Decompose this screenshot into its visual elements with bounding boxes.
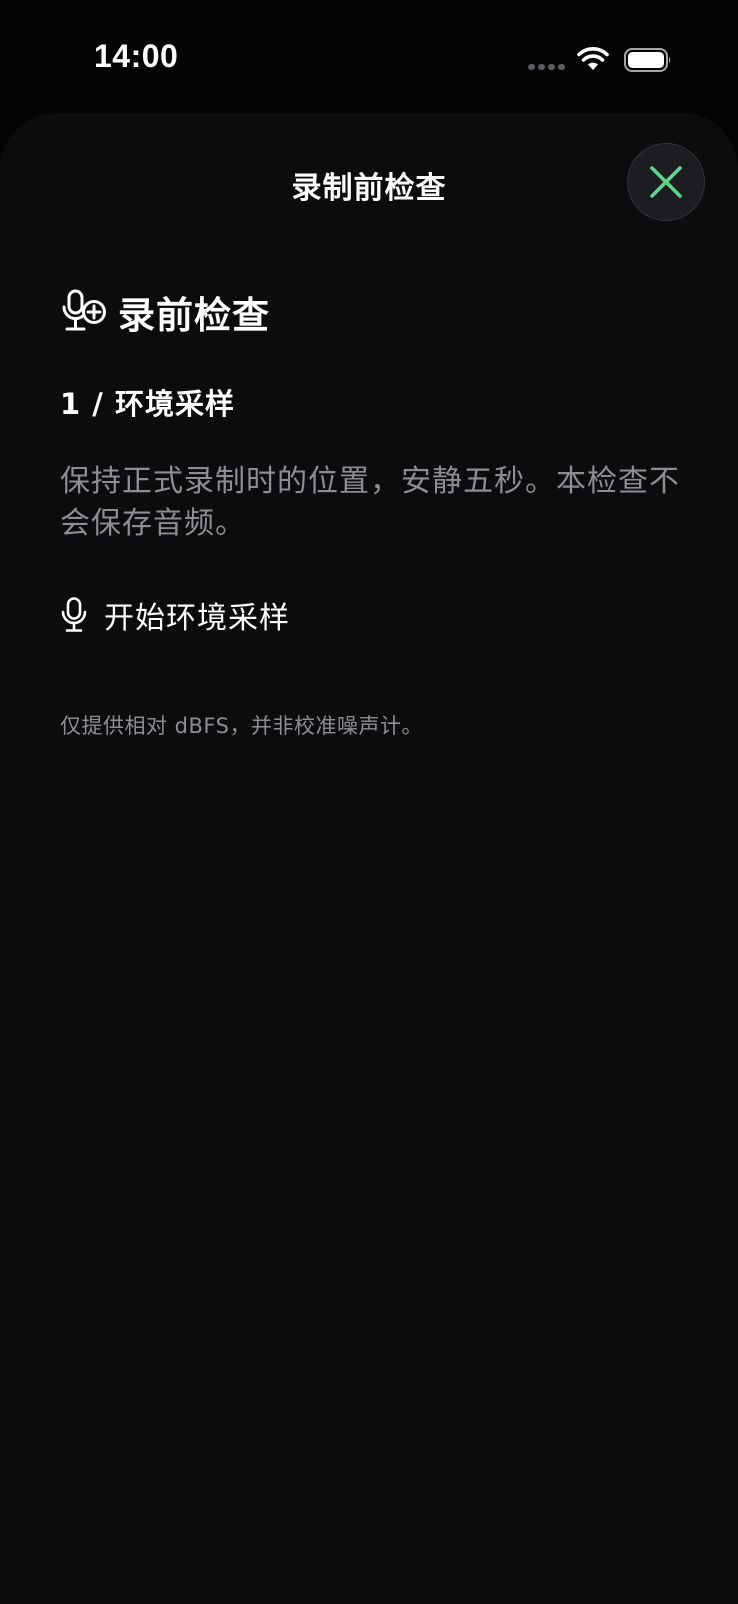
- microphone-icon: [61, 597, 87, 632]
- step-description: 保持正式录制时的位置，安静五秒。本检查不会保存音频。: [60, 464, 680, 541]
- close-x-icon: [650, 166, 682, 198]
- close-button[interactable]: [627, 143, 705, 221]
- battery-icon: [624, 48, 671, 72]
- footnote: 仅提供相对 dBFS，并非校准噪声计。: [60, 714, 423, 738]
- screen: 14:00 录制前检查 录前检查 1 / 环境采样 保持正式录制时的位置，安静五…: [0, 0, 738, 1604]
- bottom-sheet: 录制前检查 录前检查 1 / 环境采样 保持正式录制时的位置，安静五秒。本检查不…: [0, 113, 738, 1604]
- wifi-icon: [577, 47, 609, 70]
- step-label: 1 / 环境采样: [60, 387, 235, 421]
- status-time: 14:00: [94, 38, 179, 74]
- cellular-signal-icon: [528, 64, 565, 70]
- status-bar: 14:00: [0, 0, 738, 110]
- mic-plus-icon: [62, 289, 106, 331]
- start-ambient-sampling-button[interactable]: 开始环境采样: [60, 593, 290, 637]
- section-heading: 录前检查: [62, 285, 270, 339]
- start-button-label: 开始环境采样: [104, 601, 290, 636]
- section-heading-text: 录前检查: [118, 294, 270, 337]
